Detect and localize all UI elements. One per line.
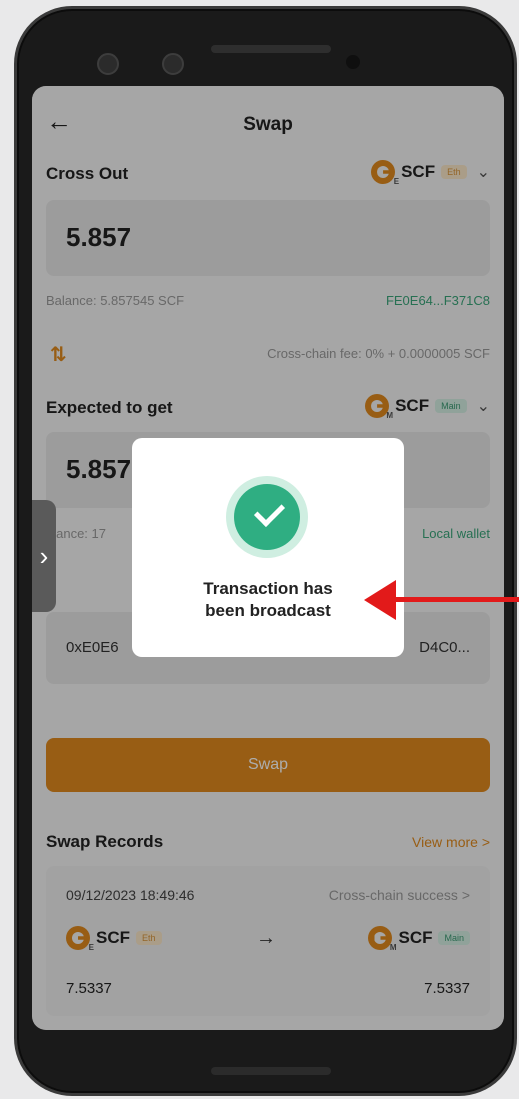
app-screen: ← Swap Cross Out E SCF Eth ⌄ 5.857 Balan…	[32, 86, 504, 1030]
speaker-grille	[211, 45, 331, 53]
annotation-arrow-line	[392, 597, 519, 602]
camera-icon	[162, 53, 184, 75]
transaction-dialog: Transaction has been broadcast	[132, 438, 404, 657]
sensor-icon	[346, 55, 360, 69]
bottom-speaker	[211, 1067, 331, 1075]
camera-icon	[97, 53, 119, 75]
chevron-right-icon[interactable]: ›	[32, 500, 56, 612]
